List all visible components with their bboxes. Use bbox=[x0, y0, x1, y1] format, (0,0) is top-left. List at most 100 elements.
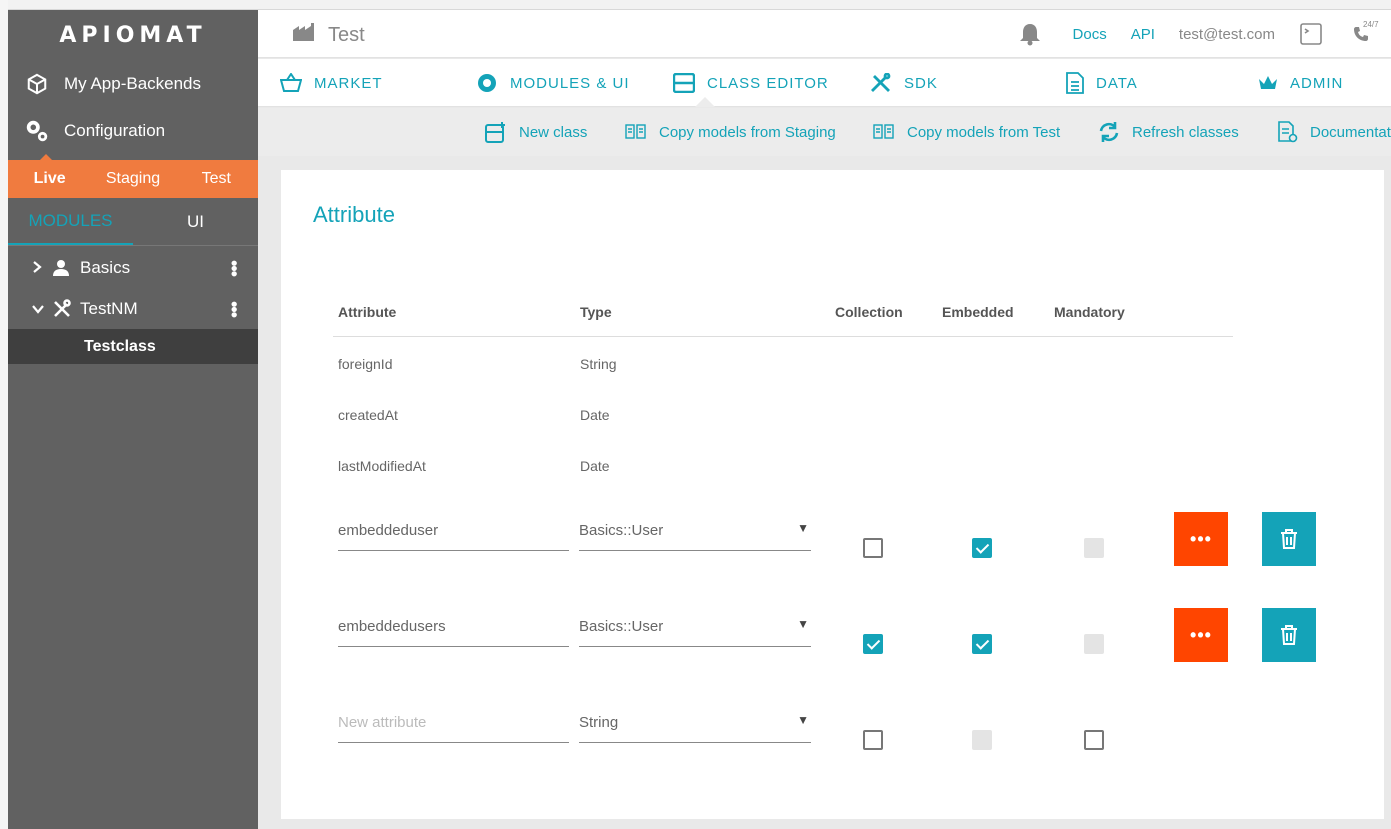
refresh-classes-button[interactable]: Refresh classes bbox=[1098, 108, 1239, 156]
tab-ui[interactable]: UI bbox=[133, 198, 258, 245]
nav-pointer bbox=[695, 97, 715, 107]
header-actions: Docs API test@test.com 24/7 bbox=[993, 10, 1391, 58]
copy-from-test-button[interactable]: Copy models from Test bbox=[873, 108, 1060, 156]
chevron-right-icon[interactable] bbox=[32, 260, 46, 276]
basket-icon bbox=[280, 73, 302, 92]
documentation-button[interactable]: Documentat bbox=[1278, 108, 1391, 156]
type-select[interactable]: String ▼ bbox=[579, 703, 811, 743]
tools-icon bbox=[52, 298, 74, 319]
environment-tabs: Live Staging Test bbox=[8, 160, 258, 198]
col-header-type: Type bbox=[580, 304, 612, 320]
docs-link[interactable]: Docs bbox=[1073, 26, 1107, 43]
attr-name-input[interactable] bbox=[338, 618, 569, 635]
attribute-card: Attribute Attribute Type Collection Embe… bbox=[281, 170, 1384, 819]
attr-name: foreignId bbox=[338, 356, 393, 372]
more-options-button[interactable]: ••• bbox=[1174, 512, 1228, 566]
bell-icon[interactable] bbox=[1017, 21, 1043, 47]
type-select[interactable]: Basics::User ▼ bbox=[579, 511, 811, 551]
module-ui-tabs: MODULES UI bbox=[8, 198, 258, 246]
mandatory-checkbox bbox=[1084, 634, 1104, 654]
more-vert-icon[interactable]: ••• bbox=[223, 260, 244, 276]
attr-type: Date bbox=[580, 458, 610, 474]
embedded-checkbox[interactable] bbox=[972, 634, 992, 654]
attr-name-input[interactable] bbox=[338, 607, 569, 647]
copy-from-staging-button[interactable]: Copy models from Staging bbox=[625, 108, 836, 156]
chevron-down-icon[interactable] bbox=[32, 301, 46, 317]
tree-item-testclass[interactable]: Testclass bbox=[8, 329, 258, 364]
dropdown-arrow-icon: ▼ bbox=[797, 617, 809, 631]
window-frame-left bbox=[0, 0, 8, 829]
sidebar: APIOMAT My App-Backends Configuration Li… bbox=[8, 10, 258, 829]
tools-icon bbox=[871, 73, 891, 92]
main-nav: MARKET MODULES & UI CLASS EDITOR SDK DAT… bbox=[258, 59, 1391, 107]
collection-checkbox[interactable] bbox=[863, 634, 883, 654]
terminal-icon[interactable] bbox=[1299, 22, 1323, 46]
phone-support-icon[interactable]: 24/7 bbox=[1353, 20, 1379, 42]
dropdown-arrow-icon: ▼ bbox=[797, 521, 809, 535]
copy-icon bbox=[873, 124, 894, 139]
gears-icon bbox=[24, 118, 50, 144]
attr-name: lastModifiedAt bbox=[338, 458, 426, 474]
type-select[interactable]: Basics::User ▼ bbox=[579, 607, 811, 647]
class-toolbar: New class Copy models from Staging Copy … bbox=[258, 108, 1391, 156]
sidebar-item-configuration[interactable]: Configuration bbox=[8, 107, 258, 154]
gear-icon bbox=[478, 74, 496, 92]
tab-modules[interactable]: MODULES bbox=[8, 198, 133, 245]
tree-item-basics[interactable]: Basics ••• bbox=[8, 247, 258, 288]
header-divider bbox=[333, 336, 1233, 337]
nav-data[interactable]: DATA bbox=[1066, 59, 1138, 107]
nav-market[interactable]: MARKET bbox=[280, 59, 383, 107]
trash-icon bbox=[1281, 625, 1297, 645]
env-tab-test[interactable]: Test bbox=[175, 170, 258, 188]
mandatory-checkbox bbox=[1084, 538, 1104, 558]
class-editor-icon bbox=[673, 73, 695, 93]
documentation-icon bbox=[1278, 121, 1298, 143]
copy-icon bbox=[625, 124, 646, 139]
new-class-button[interactable]: New class bbox=[485, 108, 587, 156]
attr-name-input[interactable] bbox=[338, 522, 569, 539]
env-tab-live[interactable]: Live bbox=[8, 170, 91, 188]
refresh-icon bbox=[1099, 122, 1119, 142]
new-class-icon bbox=[485, 122, 505, 143]
document-icon bbox=[1066, 72, 1084, 94]
attr-type: String bbox=[580, 356, 617, 372]
collection-checkbox[interactable] bbox=[863, 538, 883, 558]
attr-name-input[interactable] bbox=[338, 511, 569, 551]
nav-modules-ui[interactable]: MODULES & UI bbox=[476, 59, 630, 107]
new-attr-field[interactable] bbox=[338, 703, 569, 743]
col-header-attribute: Attribute bbox=[338, 304, 397, 320]
more-vert-icon[interactable]: ••• bbox=[223, 301, 244, 317]
sidebar-item-label: Configuration bbox=[64, 120, 166, 140]
cube-icon bbox=[24, 71, 50, 97]
header: Test Docs API test@test.com 24/7 bbox=[258, 10, 1391, 58]
new-attribute-input[interactable] bbox=[338, 714, 569, 731]
nav-sdk[interactable]: SDK bbox=[870, 59, 938, 107]
env-tab-staging[interactable]: Staging bbox=[91, 170, 174, 188]
user-icon bbox=[52, 259, 74, 277]
trash-icon bbox=[1281, 529, 1297, 549]
delete-button[interactable] bbox=[1262, 512, 1316, 566]
col-header-collection: Collection bbox=[835, 304, 903, 320]
app-title: Test bbox=[292, 22, 365, 48]
embedded-checkbox bbox=[972, 730, 992, 750]
col-header-mandatory: Mandatory bbox=[1054, 304, 1125, 320]
factory-icon bbox=[292, 22, 316, 48]
crown-icon bbox=[1259, 76, 1277, 89]
sidebar-item-label: My App-Backends bbox=[64, 73, 202, 93]
nav-admin[interactable]: ADMIN bbox=[1258, 59, 1343, 107]
tree-item-label: Basics bbox=[80, 257, 131, 277]
embedded-checkbox[interactable] bbox=[972, 538, 992, 558]
apiomat-logo[interactable]: APIOMAT bbox=[8, 10, 258, 60]
mandatory-checkbox[interactable] bbox=[1084, 730, 1104, 750]
collection-checkbox[interactable] bbox=[863, 730, 883, 750]
col-header-embedded: Embedded bbox=[942, 304, 1014, 320]
attr-type: Date bbox=[580, 407, 610, 423]
app-name: Test bbox=[328, 23, 365, 46]
window-frame-top bbox=[0, 0, 1391, 10]
more-options-button[interactable]: ••• bbox=[1174, 608, 1228, 662]
api-link[interactable]: API bbox=[1131, 26, 1155, 43]
tree-item-testnm[interactable]: TestNM ••• bbox=[8, 288, 258, 329]
user-email[interactable]: test@test.com bbox=[1179, 26, 1275, 43]
sidebar-item-app-backends[interactable]: My App-Backends bbox=[8, 60, 258, 107]
delete-button[interactable] bbox=[1262, 608, 1316, 662]
